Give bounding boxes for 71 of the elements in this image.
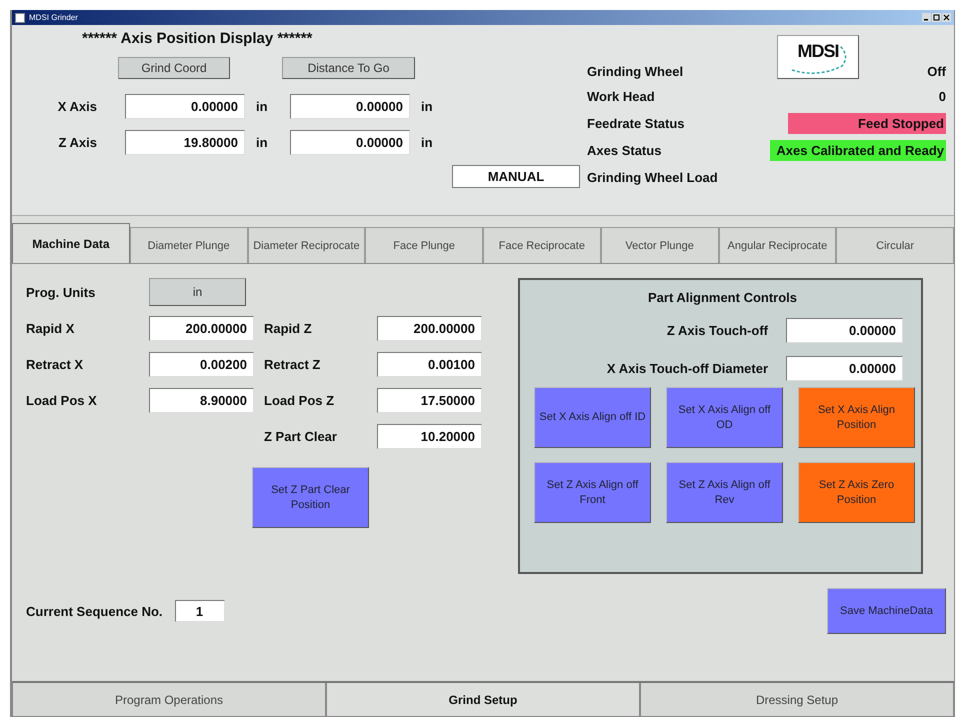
- input-field[interactable]: 17.50000: [377, 388, 482, 412]
- minimize-icon[interactable]: [922, 13, 931, 22]
- status-badge: Axes Calibrated and Ready: [770, 140, 946, 161]
- field-label: Rapid Z: [264, 320, 313, 336]
- status-value: 0: [938, 89, 946, 104]
- axis-label: Z Axis: [57, 134, 97, 150]
- align-button[interactable]: Set X Axis Align off ID: [534, 387, 651, 448]
- status-label: Axes Status: [587, 143, 662, 158]
- input-field[interactable]: 10.20000: [377, 424, 482, 448]
- distance-field[interactable]: 0.00000: [290, 94, 410, 118]
- tab[interactable]: Circular: [836, 227, 954, 263]
- panel-title: Part Alignment Controls: [646, 290, 798, 305]
- status-label: Grinding Wheel: [587, 64, 684, 79]
- status-label: Feedrate Status: [587, 116, 686, 131]
- status-label: Grinding Wheel Load: [587, 170, 719, 185]
- tab[interactable]: Vector Plunge: [600, 227, 718, 263]
- status-label: Work Head: [587, 89, 656, 104]
- sequence-field[interactable]: 1: [174, 600, 225, 622]
- tab[interactable]: Face Plunge: [365, 227, 483, 263]
- field-label: Load Pos X: [26, 392, 98, 408]
- save-button[interactable]: Save MachineData: [827, 588, 946, 634]
- field-label: Retract Z: [264, 356, 322, 372]
- view-button[interactable]: Distance To Go: [282, 57, 415, 79]
- align-button[interactable]: Set X Axis Align Position: [798, 387, 915, 448]
- input-field[interactable]: 0.00000: [786, 318, 903, 342]
- window-title: MDSI Grinder: [29, 13, 78, 22]
- close-icon[interactable]: [942, 13, 951, 22]
- align-button[interactable]: Set X Axis Align off OD: [666, 387, 783, 448]
- maximize-icon[interactable]: [932, 13, 941, 22]
- input-field[interactable]: 0.00200: [149, 352, 254, 376]
- align-button[interactable]: Set Z Axis Zero Position: [798, 462, 915, 523]
- section-tab[interactable]: Grind Setup: [326, 683, 640, 717]
- app-icon: [15, 12, 25, 22]
- axis-label: X Axis: [56, 98, 97, 114]
- panel-title: ****** Axis Position Display ******: [82, 30, 314, 49]
- position-field[interactable]: 19.80000: [125, 130, 245, 154]
- set-position-button[interactable]: Set Z Part Clear Position: [252, 467, 369, 528]
- distance-field[interactable]: 0.00000: [290, 130, 410, 154]
- field-label: Rapid X: [26, 320, 76, 336]
- tab[interactable]: Angular Reciprocate: [718, 227, 836, 263]
- section-tab[interactable]: Dressing Setup: [640, 683, 954, 717]
- field-label: Z Part Clear: [264, 428, 338, 444]
- field-label: Retract X: [26, 356, 84, 372]
- mode-indicator: MANUAL: [452, 165, 580, 188]
- field-label: Z Axis Touch-off: [666, 322, 768, 338]
- tab[interactable]: Face Reciprocate: [483, 227, 601, 263]
- tab[interactable]: Machine Data: [12, 223, 130, 263]
- input-field[interactable]: 200.00000: [377, 316, 482, 340]
- input-field[interactable]: 0.00000: [786, 356, 903, 380]
- units-button[interactable]: in: [149, 278, 246, 306]
- logo-text: MDSI: [798, 41, 838, 62]
- input-field[interactable]: 200.00000: [149, 316, 254, 340]
- unit-label: in: [255, 134, 269, 150]
- status-badge: Feed Stopped: [788, 113, 946, 134]
- field-label: Prog. Units: [26, 284, 96, 300]
- tab[interactable]: Diameter Plunge: [130, 227, 248, 263]
- view-button[interactable]: Grind Coord: [118, 57, 230, 79]
- align-button[interactable]: Set Z Axis Align off Front: [534, 462, 651, 523]
- input-field[interactable]: 8.90000: [149, 388, 254, 412]
- unit-label: in: [420, 98, 434, 114]
- position-field[interactable]: 0.00000: [125, 94, 245, 118]
- align-button[interactable]: Set Z Axis Align off Rev: [666, 462, 783, 523]
- section-tab[interactable]: Program Operations: [12, 683, 326, 717]
- unit-label: in: [255, 98, 269, 114]
- field-label: Load Pos Z: [264, 392, 336, 408]
- field-label: Current Sequence No.: [26, 604, 163, 618]
- unit-label: in: [420, 134, 434, 150]
- field-label: X Axis Touch-off Diameter: [606, 360, 768, 376]
- tab[interactable]: Diameter Reciprocate: [248, 227, 366, 263]
- status-value: Off: [927, 64, 946, 79]
- input-field[interactable]: 0.00100: [377, 352, 482, 376]
